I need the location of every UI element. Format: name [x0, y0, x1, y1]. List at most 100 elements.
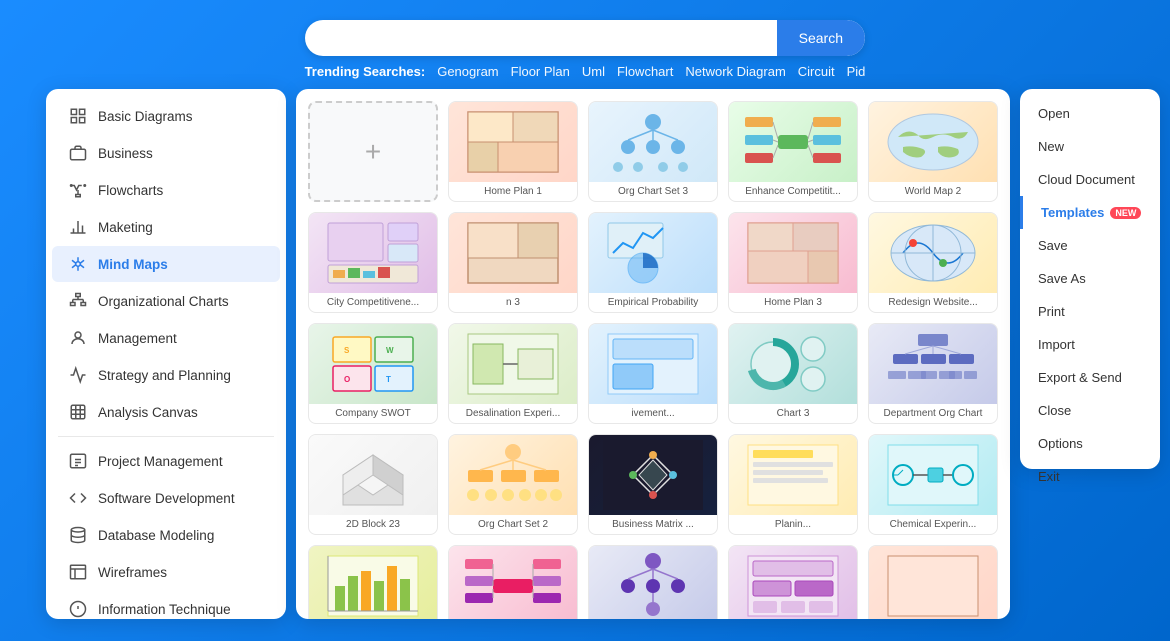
sidebar-item-business[interactable]: Business: [52, 135, 280, 171]
sidebar-item-database-modeling[interactable]: Database Modeling: [52, 517, 280, 553]
sidebar-item-project-management[interactable]: Project Management: [52, 443, 280, 479]
sidebar-item-mind-maps[interactable]: Mind Maps: [52, 246, 280, 282]
template-2d-block-23[interactable]: 2D Block 23: [308, 434, 438, 535]
template-n3[interactable]: n 3: [448, 212, 578, 313]
panel-label: Save As: [1038, 271, 1086, 286]
sidebar-item-basic-diagrams[interactable]: Basic Diagrams: [52, 98, 280, 134]
template-label: Company SWOT: [309, 404, 437, 423]
panel-save-as[interactable]: Save As: [1020, 262, 1160, 295]
panel-label: Print: [1038, 304, 1065, 319]
search-input[interactable]: [305, 20, 777, 56]
mind-icon: [68, 254, 88, 274]
sidebar-divider: [58, 436, 274, 437]
trending-circuit[interactable]: Circuit: [798, 64, 835, 79]
template-business-matrix[interactable]: Business Matrix ...: [588, 434, 718, 535]
template-org-chart-set-2[interactable]: Org Chart Set 2: [448, 434, 578, 535]
trending-flowchart[interactable]: Flowchart: [617, 64, 673, 79]
trending-pid[interactable]: Pid: [847, 64, 866, 79]
template-column-chart-an[interactable]: Column Chart an...: [308, 545, 438, 619]
sidebar-item-org-charts[interactable]: Organizational Charts: [52, 283, 280, 319]
template-label: ivement...: [589, 404, 717, 423]
template-thumb: [729, 435, 857, 515]
sidebar-label: Mind Maps: [98, 257, 168, 272]
template-desalination-experi[interactable]: Desalination Experi...: [448, 323, 578, 424]
template-city-competitivene[interactable]: City Competitivene...: [308, 212, 438, 313]
template-world-map-2[interactable]: World Map 2: [868, 101, 998, 202]
template-department-org-chart[interactable]: Department Org Chart: [868, 323, 998, 424]
sidebar-label: Flowcharts: [98, 183, 163, 198]
panel-close[interactable]: Close: [1020, 394, 1160, 427]
template-thumb: [449, 213, 577, 293]
template-life-plan[interactable]: Life Plan: [728, 545, 858, 619]
panel-label: New: [1038, 139, 1064, 154]
panel-save[interactable]: Save: [1020, 229, 1160, 262]
template-chart-3[interactable]: Chart 3: [728, 323, 858, 424]
sidebar-item-strategy[interactable]: Strategy and Planning: [52, 357, 280, 393]
trending-networkdiagram[interactable]: Network Diagram: [685, 64, 785, 79]
template-thumb: [589, 435, 717, 515]
trending-genogram[interactable]: Genogram: [437, 64, 498, 79]
sidebar-item-information-technique[interactable]: Information Technique: [52, 591, 280, 619]
panel-templates[interactable]: Templates NEW: [1020, 196, 1160, 229]
template-company-swot[interactable]: S W O T Company SWOT: [308, 323, 438, 424]
panel-label: Import: [1038, 337, 1075, 352]
trending-floorplan[interactable]: Floor Plan: [511, 64, 570, 79]
panel-export-send[interactable]: Export & Send: [1020, 361, 1160, 394]
search-button[interactable]: Search: [777, 20, 865, 56]
panel-new[interactable]: New: [1020, 130, 1160, 163]
plus-icon: +: [365, 136, 381, 168]
sidebar-item-analysis-canvas[interactable]: Analysis Canvas: [52, 394, 280, 430]
template-movement[interactable]: ivement...: [588, 323, 718, 424]
template-thumb: [449, 324, 577, 404]
panel-print[interactable]: Print: [1020, 295, 1160, 328]
template-home-plan-1[interactable]: Home Plan 1: [448, 101, 578, 202]
template-chemical-experin[interactable]: Chemical Experin...: [868, 434, 998, 535]
template-bottom-1[interactable]: [868, 545, 998, 619]
template-label: World Map 2: [869, 182, 997, 201]
sidebar-item-maketing[interactable]: Maketing: [52, 209, 280, 245]
template-label: Home Plan 3: [729, 293, 857, 312]
template-flowchart-sample[interactable]: Flowchart Sample: [588, 545, 718, 619]
sidebar-item-flowcharts[interactable]: Flowcharts: [52, 172, 280, 208]
panel-import[interactable]: Import: [1020, 328, 1160, 361]
template-grid: + Home Plan 1: [308, 101, 998, 619]
trending-uml[interactable]: Uml: [582, 64, 605, 79]
panel-cloud-document[interactable]: Cloud Document: [1020, 163, 1160, 196]
sidebar-item-wireframes[interactable]: Wireframes: [52, 554, 280, 590]
template-thumb: [869, 102, 997, 182]
svg-text:O: O: [344, 375, 350, 384]
template-thumb: [869, 324, 997, 404]
template-thumb: [869, 546, 997, 619]
sidebar-label: Information Technique: [98, 602, 231, 617]
org-icon: [68, 291, 88, 311]
sidebar-label: Maketing: [98, 220, 153, 235]
template-label: n 3: [449, 293, 577, 312]
badge-new: NEW: [1110, 207, 1141, 219]
template-org-chart-set-3[interactable]: Org Chart Set 3: [588, 101, 718, 202]
template-thumb: [729, 324, 857, 404]
template-home-plan-3[interactable]: Home Plan 3: [728, 212, 858, 313]
wireframe-icon: [68, 562, 88, 582]
strategy-icon: [68, 365, 88, 385]
template-label: Planin...: [729, 515, 857, 534]
panel-exit[interactable]: Exit: [1020, 460, 1160, 493]
template-thumb: [729, 102, 857, 182]
panel-label: Close: [1038, 403, 1071, 418]
template-planin[interactable]: Planin...: [728, 434, 858, 535]
add-new-template[interactable]: +: [308, 101, 438, 202]
template-enhance-competitit[interactable]: Enhance Competitit...: [728, 101, 858, 202]
panel-label: Save: [1038, 238, 1068, 253]
database-icon: [68, 525, 88, 545]
panel-open[interactable]: Open: [1020, 97, 1160, 130]
template-thumb: [449, 546, 577, 619]
sidebar-item-software-development[interactable]: Software Development: [52, 480, 280, 516]
template-empirical-probability[interactable]: Empirical Probability: [588, 212, 718, 313]
template-thumb: [449, 435, 577, 515]
panel-options[interactable]: Options: [1020, 427, 1160, 460]
template-english-part-of-sp[interactable]: English Part Of Sp...: [448, 545, 578, 619]
template-redesign-website[interactable]: Redesign Website...: [868, 212, 998, 313]
sidebar-item-management[interactable]: Management: [52, 320, 280, 356]
project-icon: [68, 451, 88, 471]
sidebar-label: Database Modeling: [98, 528, 214, 543]
trending-section: Trending Searches: Genogram Floor Plan U…: [305, 64, 866, 79]
